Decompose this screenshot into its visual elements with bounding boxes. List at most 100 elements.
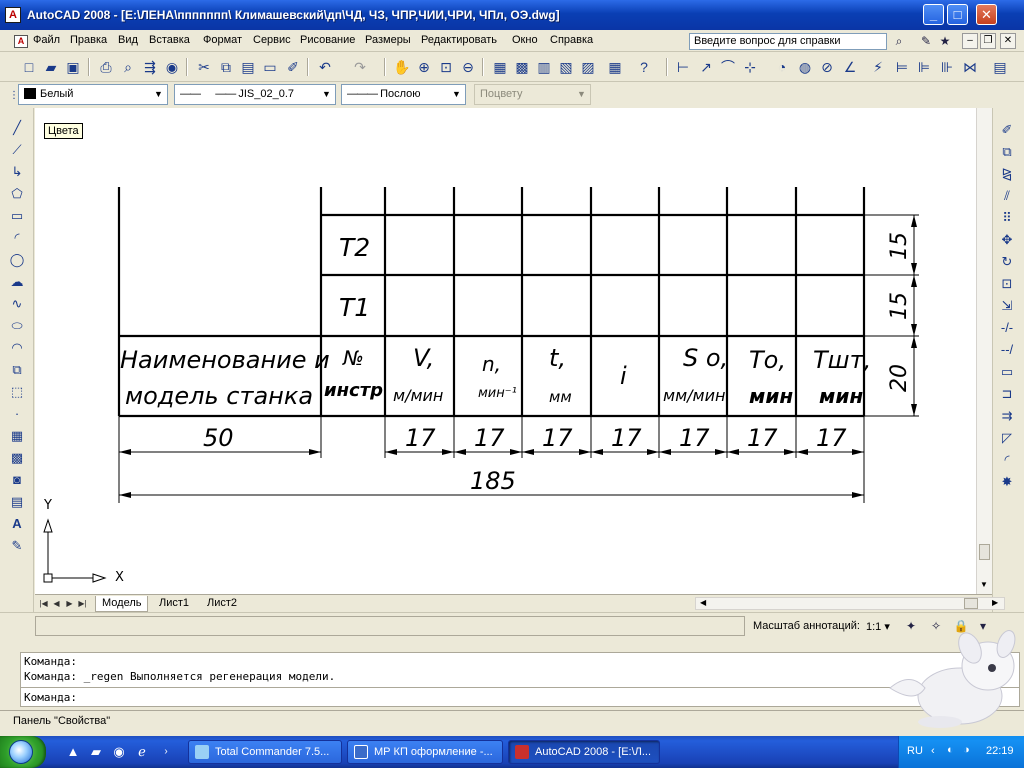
favorites-star-icon[interactable]: ★ <box>937 33 953 49</box>
insert-block-icon[interactable]: ⧉ <box>7 360 27 380</box>
start-button[interactable] <box>0 736 46 768</box>
cut-icon[interactable]: ✂ <box>194 57 214 77</box>
lineweight-select[interactable]: ——— Послою ▼ <box>341 84 466 105</box>
menu-tools[interactable]: Сервис <box>253 34 291 46</box>
spline-icon[interactable]: ∿ <box>7 294 27 314</box>
undo-icon[interactable]: ↶ <box>315 57 335 77</box>
save-icon[interactable]: ▣ <box>63 57 83 77</box>
baseline-icon[interactable]: ⊨ <box>892 57 912 77</box>
make-block-icon[interactable]: ⬚ <box>7 382 27 402</box>
task-total-commander[interactable]: Total Commander 7.5... <box>188 740 342 764</box>
chevron-down-icon[interactable]: ▼ <box>449 86 464 103</box>
menu-dimension[interactable]: Размеры <box>365 34 411 46</box>
chamfer-icon[interactable]: ◸ <box>997 428 1017 448</box>
chevron-down-icon[interactable]: ▼ <box>151 86 166 103</box>
linetype-select[interactable]: —— —— JIS_02_0.7 ▼ <box>174 84 336 105</box>
angular-icon[interactable]: ∠ <box>840 57 860 77</box>
tab-prev-icon[interactable]: ◀ <box>50 597 63 610</box>
drawing-canvas[interactable]: Цвета Т2 Т1 Наименование и модель станка… <box>35 108 976 594</box>
scale-icon[interactable]: ⊡ <box>997 274 1017 294</box>
menu-format[interactable]: Формат <box>203 34 242 46</box>
explode-icon[interactable]: ✸ <box>997 472 1017 492</box>
3d-dwf-icon[interactable]: ◉ <box>162 57 182 77</box>
redo-icon[interactable]: ↷ <box>350 57 370 77</box>
gradient-icon[interactable]: ▩ <box>7 448 27 468</box>
quick-dimension-icon[interactable]: ⚡ <box>868 57 888 77</box>
calculator-icon[interactable]: ▦ <box>605 57 625 77</box>
close-button[interactable]: ✕ <box>976 4 997 25</box>
tab-model[interactable]: Модель <box>95 596 149 612</box>
quicklaunch-firefox-icon[interactable]: ◉ <box>111 744 127 760</box>
menu-file[interactable]: Файл <box>33 34 60 46</box>
tray-expand-icon[interactable]: ‹ <box>931 745 935 757</box>
language-indicator[interactable]: RU <box>907 745 923 757</box>
horizontal-scrollbar[interactable]: ◀ ▶ <box>695 597 1005 610</box>
ellipse-arc-icon[interactable]: ◠ <box>7 338 27 358</box>
quicklaunch-folder-icon[interactable]: ▰ <box>88 744 104 760</box>
tab-first-icon[interactable]: |◀ <box>37 597 50 610</box>
line-icon[interactable]: ╱ <box>7 118 27 138</box>
zoom-window-icon[interactable]: ⊡ <box>436 57 456 77</box>
block-editor-icon[interactable]: ✐ <box>283 57 303 77</box>
help-search-input[interactable]: Введите вопрос для справки <box>689 33 887 50</box>
minimize-button[interactable]: _ <box>923 4 944 25</box>
tolerance-icon[interactable]: ▤ <box>990 57 1010 77</box>
region-icon[interactable]: ◙ <box>7 470 27 490</box>
vertical-scrollbar[interactable]: ▼ <box>976 108 992 594</box>
join-icon[interactable]: ⇉ <box>997 406 1017 426</box>
ordinate-icon[interactable]: ⊹ <box>740 57 760 77</box>
radius-icon[interactable]: ◔ <box>772 57 792 77</box>
paste-icon[interactable]: ▤ <box>238 57 258 77</box>
table-icon[interactable]: ▤ <box>7 492 27 512</box>
menu-insert[interactable]: Вставка <box>149 34 190 46</box>
hatch-icon[interactable]: ▦ <box>7 426 27 446</box>
mirror-icon[interactable]: ⧎ <box>997 164 1017 184</box>
search-icon[interactable]: ⌕ <box>891 33 907 49</box>
menu-help[interactable]: Справка <box>550 34 593 46</box>
drawing-restore-button[interactable]: ❐ <box>980 33 996 49</box>
task-word-document[interactable]: МР КП оформление -... <box>347 740 503 764</box>
communication-center-icon[interactable]: ✎ <box>918 33 934 49</box>
offset-icon[interactable]: ⫽ <box>997 186 1017 206</box>
volume-icon[interactable]: ◑ <box>963 744 970 756</box>
add-selected-icon[interactable]: ✎ <box>7 536 27 556</box>
tab-layout1[interactable]: Лист1 <box>153 596 195 612</box>
arc-icon[interactable]: ◜ <box>7 228 27 248</box>
diameter-icon[interactable]: ⊘ <box>817 57 837 77</box>
break-icon[interactable]: ⊐ <box>997 384 1017 404</box>
quicklaunch-more-icon[interactable]: › <box>158 744 174 760</box>
quicklaunch-ie-icon[interactable]: ℯ <box>134 744 150 760</box>
new-icon[interactable]: □ <box>19 57 39 77</box>
document-icon[interactable]: A <box>14 35 28 48</box>
arc-length-icon[interactable]: ⌒ <box>718 57 738 77</box>
rotate-icon[interactable]: ↻ <box>997 252 1017 272</box>
menu-modify[interactable]: Редактировать <box>421 34 497 46</box>
drawing-close-button[interactable]: ✕ <box>1000 33 1016 49</box>
tab-next-icon[interactable]: ▶ <box>63 597 76 610</box>
break-at-point-icon[interactable]: ▭ <box>997 362 1017 382</box>
dimension-break-icon[interactable]: ⋈ <box>960 57 980 77</box>
network-icon[interactable]: ◐ <box>947 744 954 756</box>
copy-object-icon[interactable]: ⧉ <box>997 142 1017 162</box>
match-properties-icon[interactable]: ▭ <box>260 57 280 77</box>
continue-icon[interactable]: ⊫ <box>914 57 934 77</box>
menu-draw[interactable]: Рисование <box>300 34 355 46</box>
autocad-app-icon[interactable]: A <box>5 7 21 23</box>
scroll-thumb[interactable] <box>979 544 990 560</box>
design-center-icon[interactable]: ▩ <box>512 57 532 77</box>
extend-icon[interactable]: --/ <box>997 340 1017 360</box>
chevron-down-icon[interactable]: ▼ <box>319 86 334 103</box>
rectangle-icon[interactable]: ▭ <box>7 206 27 226</box>
tab-layout2[interactable]: Лист2 <box>201 596 243 612</box>
open-icon[interactable]: ▰ <box>41 57 61 77</box>
help-icon[interactable]: ? <box>634 57 654 77</box>
h-scroll-thumb[interactable] <box>964 598 978 609</box>
linear-dimension-icon[interactable]: ⊢ <box>673 57 693 77</box>
erase-icon[interactable]: ✐ <box>997 120 1017 140</box>
maximize-button[interactable]: □ <box>947 4 968 25</box>
quicklaunch-autocad-icon[interactable]: ▲ <box>65 744 81 760</box>
menu-window[interactable]: Окно <box>512 34 538 46</box>
scroll-left-icon[interactable]: ◀ <box>700 598 706 607</box>
point-icon[interactable]: · <box>7 404 27 424</box>
polygon-icon[interactable]: ⬠ <box>7 184 27 204</box>
